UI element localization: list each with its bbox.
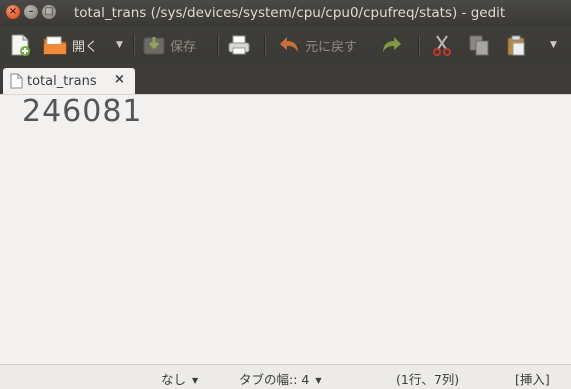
toolbar-separator — [418, 35, 420, 57]
chevron-down-icon: ▼ — [315, 376, 322, 385]
redo-icon — [383, 37, 401, 52]
undo-button[interactable]: 元に戻す — [277, 26, 357, 64]
toolbar-separator — [264, 35, 266, 57]
highlight-mode-label: なし — [161, 372, 187, 387]
tab-total-trans[interactable]: total_trans × — [3, 68, 135, 94]
redo-button[interactable] — [380, 26, 404, 64]
toolbar-overflow-button[interactable]: ▼ — [550, 26, 557, 64]
close-tab-icon[interactable]: × — [114, 72, 125, 87]
close-window-button[interactable]: × — [6, 5, 20, 19]
tab-width-label: タブの幅:: 4 — [239, 372, 310, 387]
new-document-icon — [11, 34, 30, 56]
window-title: total_trans (/sys/devices/system/cpu/cpu… — [74, 5, 506, 21]
cut-button[interactable] — [431, 26, 453, 64]
minimize-window-button[interactable]: – — [24, 5, 38, 19]
cut-icon — [433, 35, 451, 56]
chevron-down-icon: ▼ — [192, 376, 199, 385]
cursor-position: (1行、7列) — [396, 372, 460, 387]
highlight-mode-selector[interactable]: なし ▼ — [161, 369, 198, 388]
open-folder-icon — [43, 36, 67, 55]
status-bar: なし ▼ タブの幅:: 4 ▼ (1行、7列) [挿入] — [0, 364, 571, 389]
toolbar: 開く ▼ 保存 元に戻す ▼ — [0, 26, 571, 64]
open-button[interactable]: 開く ▼ — [42, 26, 123, 64]
editor-content[interactable]: 246081 — [22, 94, 143, 129]
open-label: 開く — [72, 39, 99, 55]
print-icon — [228, 35, 250, 55]
toolbar-separator — [133, 35, 135, 57]
paste-button[interactable] — [505, 26, 527, 64]
title-bar: × – □ total_trans (/sys/devices/system/c… — [0, 0, 571, 26]
tab-bar: total_trans × — [0, 64, 571, 94]
chevron-down-icon: ▼ — [550, 40, 557, 50]
insert-mode-indicator: [挿入] — [515, 372, 550, 387]
tab-label: total_trans — [27, 73, 97, 89]
paste-icon — [507, 35, 525, 56]
print-button[interactable] — [227, 26, 251, 64]
new-document-button[interactable] — [8, 26, 32, 64]
toolbar-separator — [217, 35, 219, 57]
undo-label: 元に戻す — [305, 39, 358, 55]
text-file-icon — [10, 73, 23, 89]
copy-button[interactable] — [468, 26, 490, 64]
open-recent-dropdown-icon[interactable]: ▼ — [116, 40, 123, 50]
copy-icon — [469, 35, 489, 56]
save-label: 保存 — [170, 39, 197, 55]
maximize-window-button[interactable]: □ — [42, 5, 56, 19]
tab-width-selector[interactable]: タブの幅:: 4 ▼ — [239, 369, 322, 388]
undo-icon — [280, 37, 298, 52]
save-button[interactable]: 保存 — [142, 26, 196, 64]
text-editor[interactable]: 246081 — [0, 94, 571, 365]
save-icon — [143, 37, 165, 55]
